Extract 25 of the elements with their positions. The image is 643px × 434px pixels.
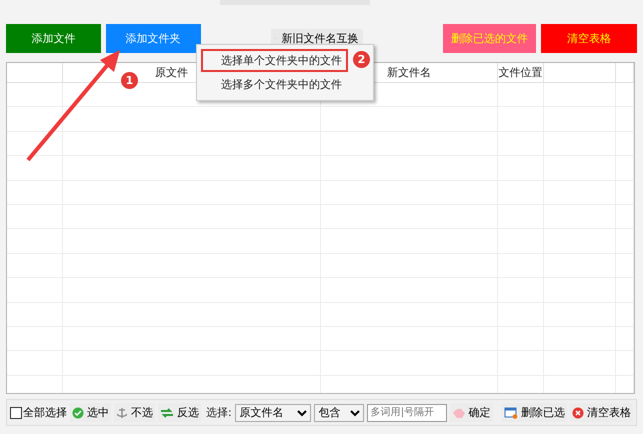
- swap-arrows-icon: [160, 406, 174, 418]
- toolbar-button[interactable]: 清空表格: [541, 24, 637, 53]
- toolbar-button[interactable]: 不选: [114, 403, 155, 422]
- window-icon: [504, 406, 518, 418]
- menu-item[interactable]: 选择多个文件夹中的文件: [201, 73, 348, 96]
- filter-dropdown[interactable]: 包含: [314, 404, 364, 422]
- column-header[interactable]: 文件位置: [498, 65, 542, 80]
- column-header[interactable]: 原文件: [155, 65, 188, 80]
- hand-icon: [452, 406, 466, 418]
- toolbar-button[interactable]: 添加文件夹: [106, 24, 200, 53]
- toolbar-button[interactable]: 反选: [158, 403, 201, 422]
- anchor-icon: [116, 406, 128, 418]
- toolbar-button[interactable]: 清空表格: [570, 403, 633, 422]
- confirm-button[interactable]: 确定: [450, 403, 493, 422]
- toolbar-button[interactable]: 选中: [70, 403, 111, 422]
- filter-dropdown[interactable]: 原文件名: [234, 404, 311, 422]
- close-icon: [572, 406, 584, 418]
- toolbar-button[interactable]: 删除已选: [502, 403, 567, 422]
- menu-item[interactable]: 选择单个文件夹中的文件: [201, 49, 348, 72]
- check-icon: [72, 406, 84, 418]
- keyword-field[interactable]: 多词用|号隔开: [366, 404, 447, 422]
- column-header[interactable]: 新文件名: [387, 65, 431, 80]
- select-all-checkbox[interactable]: 全部选择: [10, 405, 67, 420]
- toolbar-button[interactable]: 添加文件: [6, 24, 101, 53]
- filter-label: 选择:: [206, 405, 232, 420]
